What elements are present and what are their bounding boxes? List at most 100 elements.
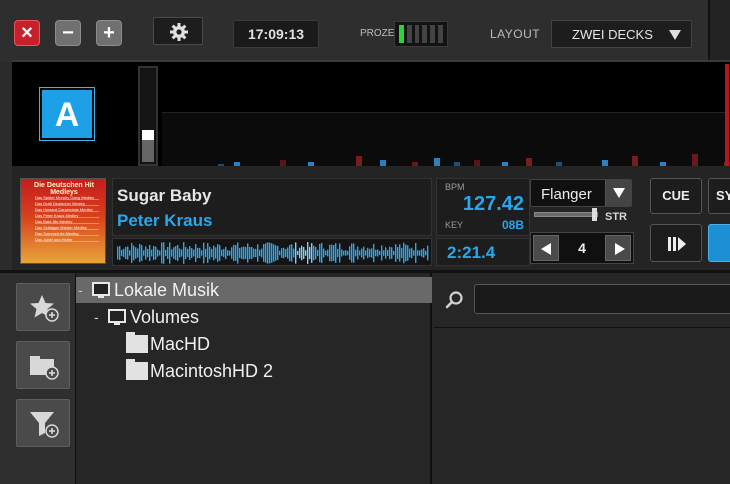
play-pause-button[interactable] (650, 224, 702, 262)
mini-waveform[interactable] (112, 238, 432, 266)
waveform-bar (377, 249, 379, 257)
waveform-bar (361, 248, 363, 258)
waveform-bar (401, 247, 403, 259)
minimize-button[interactable]: − (55, 20, 81, 46)
bpm-key-display: BPM 127.42 KEY 08B (436, 178, 530, 236)
waveform-bar (353, 243, 355, 263)
waveform-bar (259, 249, 261, 257)
waveform-bar (299, 247, 301, 259)
waveform-bar (263, 244, 265, 262)
waveform-bar (121, 249, 123, 257)
layout-select-value: ZWEI DECKS (572, 27, 653, 42)
pitch-fader-handle[interactable] (142, 130, 154, 140)
waveform-bar (225, 246, 227, 260)
tree-item[interactable]: - Lokale Musik (76, 277, 432, 303)
waveform-bar (317, 249, 319, 257)
waveform-bar (127, 246, 129, 260)
waveform-bar (205, 248, 207, 258)
add-folder-button[interactable] (16, 341, 70, 389)
waveform-bar (117, 246, 119, 260)
clock-display: 17:09:13 (233, 20, 319, 48)
folder-icon (126, 332, 148, 353)
waveform-bar (247, 243, 249, 263)
waveform-bar (159, 250, 161, 256)
search-input[interactable] (474, 284, 730, 314)
loop-increase-button[interactable] (605, 235, 631, 261)
waveform-bar (147, 248, 149, 258)
chevron-down-icon (613, 188, 625, 198)
waveform-bar (165, 249, 167, 257)
cpu-meter-segment (430, 25, 436, 43)
waveform-bar (183, 242, 185, 264)
waveform-bar (419, 250, 421, 256)
waveform-bar (275, 245, 277, 261)
waveform-bar (215, 247, 217, 259)
cpu-meter (394, 21, 448, 47)
add-favorite-button[interactable] (16, 283, 70, 331)
waveform-bar (155, 246, 157, 260)
waveform-bar (175, 246, 177, 260)
waveform-bar (227, 250, 229, 256)
track-overview[interactable] (162, 112, 730, 168)
waveform-bar (415, 243, 417, 263)
waveform-bar (413, 250, 415, 256)
cue-button[interactable]: CUE (650, 178, 702, 214)
cover-line: Das Spider Murphy Gang Medley (35, 195, 99, 200)
toolbar-edge (708, 0, 730, 62)
add-filter-button[interactable] (16, 399, 70, 447)
tree-item[interactable]: MacintoshHD 2 (76, 358, 432, 384)
waveform-bar (243, 246, 245, 260)
effect-strength-slider[interactable] (534, 212, 598, 217)
waveform-bar (345, 250, 347, 256)
effect-dropdown-button[interactable] (605, 180, 631, 206)
waveform-bar (383, 250, 385, 256)
triangle-right-icon (615, 243, 625, 255)
effect-strength-handle[interactable] (592, 208, 597, 221)
waveform-bar (233, 244, 235, 262)
waveform-bar (351, 243, 353, 263)
tree-expander[interactable]: - (94, 304, 99, 330)
waveform-bar (287, 247, 289, 259)
layout-select[interactable]: ZWEI DECKS (551, 20, 692, 48)
results-divider (434, 327, 730, 328)
pitch-fader[interactable] (138, 66, 158, 166)
waveform-bar (313, 245, 315, 261)
tree-item-label: MacHD (150, 334, 211, 354)
waveform-bar (245, 247, 247, 259)
waveform-bar (189, 246, 191, 260)
deck-blue-button[interactable] (708, 224, 730, 262)
waveform-bar (257, 244, 259, 262)
waveform-bar (129, 250, 131, 256)
tree-expander[interactable]: - (78, 277, 83, 303)
waveform-graphic (117, 242, 429, 264)
layout-label: LAYOUT (490, 27, 541, 41)
time-remaining[interactable]: 2:21.4 (436, 238, 530, 266)
effect-select[interactable]: Flanger (530, 179, 632, 207)
waveform-bar (161, 242, 163, 264)
deck-badge[interactable]: A (39, 87, 95, 141)
sync-button[interactable]: SY (708, 178, 730, 214)
waveform-bar (241, 247, 243, 259)
waveform-bar (273, 244, 275, 262)
bpm-label: BPM (445, 182, 465, 192)
waveform-bar (261, 248, 263, 258)
waveform-bar (231, 247, 233, 259)
settings-button[interactable] (153, 17, 203, 45)
waveform-bar (185, 246, 187, 260)
waveform-bar (357, 246, 359, 260)
monitor-icon (92, 282, 110, 298)
waveform-bar (143, 250, 145, 256)
waveform-bar (151, 249, 153, 257)
waveform-bar (395, 244, 397, 262)
cover-line: Das Howard Carpendale Medley (35, 207, 99, 212)
tree-item-label: Lokale Musik (114, 280, 220, 300)
tree-item[interactable]: MacHD (76, 331, 432, 357)
waveform-bar (211, 248, 213, 258)
tree-item[interactable]: - Volumes (76, 304, 432, 330)
waveform-bar (179, 248, 181, 258)
waveform-bar (371, 248, 373, 258)
waveform-bar (137, 248, 139, 258)
waveform-bar (163, 242, 165, 264)
maximize-button[interactable]: + (96, 20, 122, 46)
close-button[interactable]: × (14, 20, 40, 46)
